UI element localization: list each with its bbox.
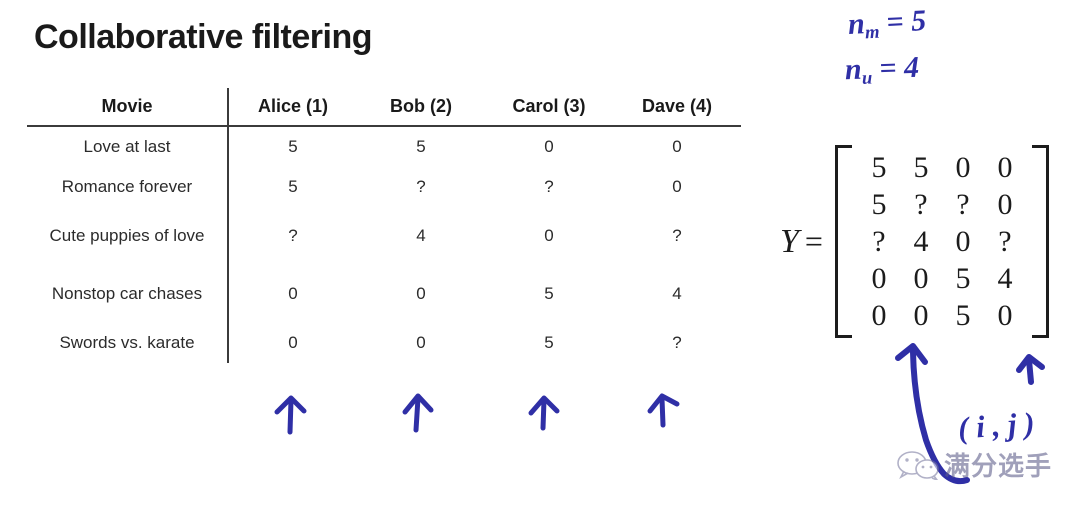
rating-cell: 0 xyxy=(672,176,682,196)
table-row: Romance forever 5 ? ? 0 xyxy=(27,167,741,207)
rating-cell: 0 xyxy=(288,283,298,303)
table-header-row: Movie Alice (1) Bob (2) Carol (3) Dave (… xyxy=(27,88,741,126)
matrix-grid: 5 5 0 0 5 ? ? 0 ? 4 0 ? 0 0 5 4 0 0 5 0 xyxy=(852,145,1032,338)
matrix-bracket-right xyxy=(1031,145,1049,338)
annotation-nm-subscript: m xyxy=(864,21,881,44)
table-body: Love at last 5 5 0 0 Romance forever 5 ?… xyxy=(27,126,741,363)
table-row: Swords vs. karate 0 0 5 ? xyxy=(27,323,741,363)
equals-sign: = xyxy=(804,223,823,259)
matrix-cell: 0 xyxy=(913,299,929,332)
matrix-bracket-left xyxy=(834,145,852,338)
table-row: Love at last 5 5 0 0 xyxy=(27,126,741,167)
annotation-nu-subscript: u xyxy=(861,67,873,89)
matrix-cell: 0 xyxy=(955,151,971,184)
matrix-cell: 0 xyxy=(997,188,1013,221)
column-header-bob: Bob (2) xyxy=(390,95,452,116)
annotation-index-pair: ( i , j ) xyxy=(956,405,1036,446)
rating-cell: 5 xyxy=(288,136,298,156)
column-header-alice: Alice (1) xyxy=(257,95,329,116)
table-row: Nonstop car chases 0 0 5 4 xyxy=(27,265,741,323)
matrix-cell: ? xyxy=(914,188,928,221)
annotation-nu-symbol: n xyxy=(844,52,863,87)
annotation-num-users: nu = 4 xyxy=(844,51,919,91)
movie-title: Nonstop car chases xyxy=(27,265,229,323)
rating-cell: ? xyxy=(416,176,426,196)
rating-cell: 0 xyxy=(544,225,554,245)
rating-cell: 0 xyxy=(416,332,426,352)
matrix-cell: 0 xyxy=(913,262,929,295)
matrix-cell: 5 xyxy=(913,151,929,184)
rating-cell: 4 xyxy=(416,225,426,245)
rating-cell: 4 xyxy=(672,283,682,303)
rating-cell: 0 xyxy=(672,136,682,156)
matrix-cell: ? xyxy=(998,225,1012,258)
matrix-cell: 5 xyxy=(955,299,971,332)
matrix-cell: 0 xyxy=(997,299,1013,332)
matrix-cell: ? xyxy=(956,188,970,221)
watermark-text: 满分选手 xyxy=(944,451,1053,481)
rating-cell: 5 xyxy=(416,136,426,156)
column-arrow-bob xyxy=(402,393,434,433)
rating-cell: ? xyxy=(544,176,554,196)
matrix-cell: 5 xyxy=(871,151,887,184)
rating-cell: ? xyxy=(672,225,682,245)
movie-title: Cute puppies of love xyxy=(27,207,229,265)
rating-cell: ? xyxy=(288,225,298,245)
column-header-movie: Movie xyxy=(27,88,229,126)
annotation-nm-value: = 5 xyxy=(885,3,927,40)
wechat-icon xyxy=(897,450,939,480)
matrix-cell: 4 xyxy=(997,262,1013,295)
matrix-cell: 0 xyxy=(955,225,971,258)
rating-cell: 5 xyxy=(544,283,554,303)
table-row: Cute puppies of love ? 4 0 ? xyxy=(27,207,741,265)
annotation-nu-value: = 4 xyxy=(878,50,920,86)
column-arrow-dave xyxy=(647,393,680,428)
rating-cell: 5 xyxy=(288,176,298,196)
rating-cell: 5 xyxy=(544,332,554,352)
matrix-cell: 5 xyxy=(955,262,971,295)
watermark: 满分选手 xyxy=(896,446,1052,483)
column-arrow-alice xyxy=(274,395,307,435)
page-title: Collaborative filtering xyxy=(34,18,373,56)
rating-cell: 0 xyxy=(544,136,554,156)
movie-title: Love at last xyxy=(27,126,229,167)
movie-title: Swords vs. karate xyxy=(27,323,229,363)
matrix-cell: 0 xyxy=(871,299,887,332)
matrix-cell: 0 xyxy=(997,151,1013,184)
slide-canvas: Collaborative filtering Movie Alice (1) … xyxy=(0,0,1080,509)
column-header-carol: Carol (3) xyxy=(512,95,586,116)
rating-cell: ? xyxy=(672,332,682,352)
ratings-table: Movie Alice (1) Bob (2) Carol (3) Dave (… xyxy=(27,88,741,363)
table-header: Movie Alice (1) Bob (2) Carol (3) Dave (… xyxy=(27,88,741,126)
rating-cell: 0 xyxy=(288,332,298,352)
column-header-dave: Dave (4) xyxy=(641,95,713,116)
matrix-label: Y xyxy=(780,222,799,260)
annotation-nm-symbol: n xyxy=(847,7,866,42)
column-pointer-arrow xyxy=(1016,354,1045,385)
matrix-cell: 0 xyxy=(871,262,887,295)
column-arrow-carol xyxy=(528,395,560,431)
movie-title: Romance forever xyxy=(27,167,229,207)
matrix-cell: 5 xyxy=(871,188,887,221)
matrix-cell: 4 xyxy=(913,225,929,258)
rating-cell: 0 xyxy=(416,283,426,303)
matrix-equation: Y = 5 5 0 0 5 ? ? 0 ? 4 0 ? 0 0 5 4 0 0 … xyxy=(780,145,1049,338)
annotation-num-movies: nm = 5 xyxy=(847,4,927,45)
matrix-cell: ? xyxy=(872,225,886,258)
